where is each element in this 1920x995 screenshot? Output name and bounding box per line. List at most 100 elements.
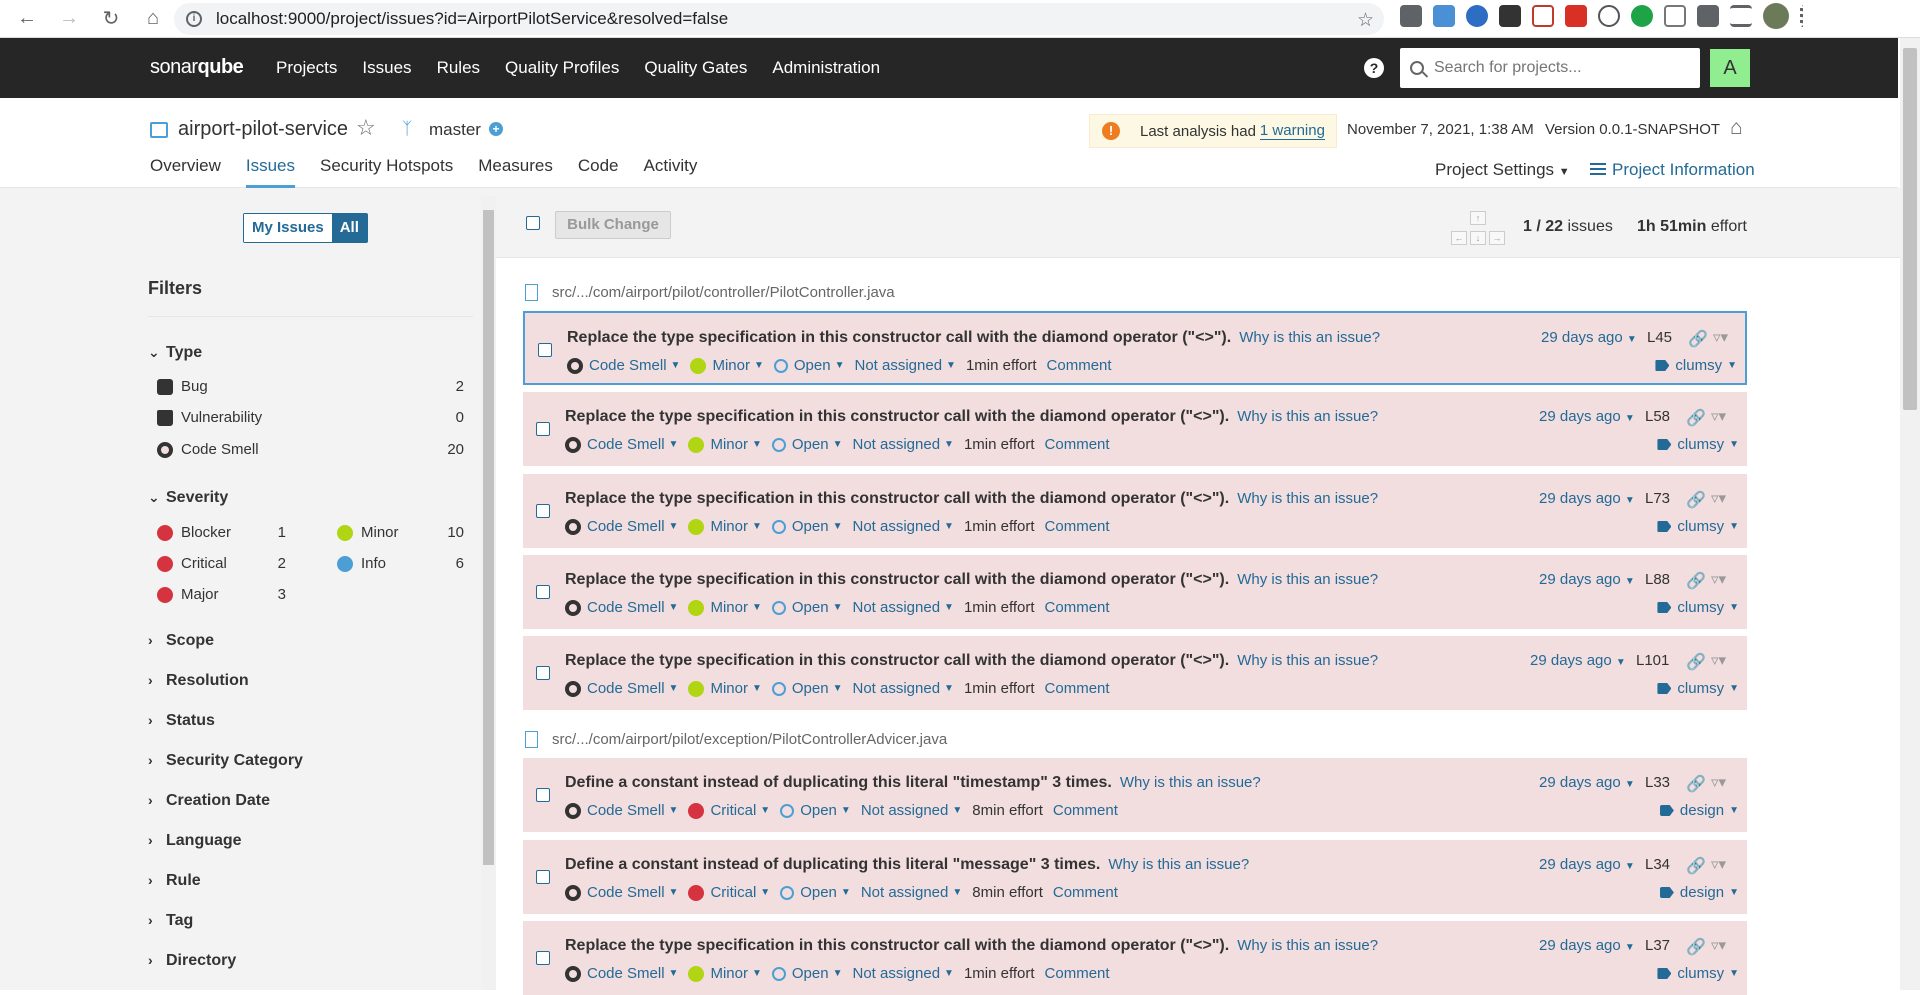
nav-projects[interactable]: Projects <box>276 38 337 98</box>
issue-line-number[interactable]: L101 <box>1636 652 1669 669</box>
why-is-this-an-issue-link[interactable]: Why is this an issue? <box>1237 937 1378 954</box>
comment-link[interactable]: Comment <box>1053 802 1118 819</box>
issue-message[interactable]: Replace the type specification in this c… <box>565 408 1378 426</box>
address-bar[interactable]: i localhost:9000/project/issues?id=Airpo… <box>174 3 1384 35</box>
project-settings-menu[interactable]: Project Settings ▼ <box>1435 160 1570 180</box>
issue-assignee-dropdown[interactable]: Not assigned ▼ <box>861 884 962 901</box>
facet-rule-header[interactable]: › Rule <box>148 872 201 890</box>
facet-status-header[interactable]: › Status <box>148 712 215 730</box>
select-all-checkbox[interactable] <box>526 216 540 230</box>
issue-message[interactable]: Define a constant instead of duplicating… <box>565 774 1261 792</box>
issue-row[interactable]: Define a constant instead of duplicating… <box>523 758 1747 832</box>
issue-age-dropdown[interactable]: 29 days ago ▼ <box>1539 571 1635 588</box>
page-scroll-thumb[interactable] <box>1903 48 1917 410</box>
issue-severity-dropdown[interactable]: Critical ▼ <box>688 884 770 901</box>
issue-age-dropdown[interactable]: 29 days ago ▼ <box>1539 856 1635 873</box>
filter-similar-icon[interactable]: ▿▾ <box>1711 936 1726 954</box>
my-issues-button[interactable]: My Issues <box>244 214 332 242</box>
issue-row[interactable]: Replace the type specification in this c… <box>523 921 1747 995</box>
issue-tags-dropdown[interactable]: clumsy ▼ <box>1655 357 1737 374</box>
issue-severity-dropdown[interactable]: Minor ▼ <box>688 599 762 616</box>
issue-row[interactable]: Replace the type specification in this c… <box>523 311 1747 385</box>
issue-message[interactable]: Replace the type specification in this c… <box>565 652 1378 670</box>
extension-icon[interactable] <box>1664 5 1686 27</box>
issue-status-dropdown[interactable]: Open ▼ <box>773 357 844 374</box>
issue-status-dropdown[interactable]: Open ▼ <box>780 802 851 819</box>
issue-checkbox[interactable] <box>536 585 550 599</box>
issue-assignee-dropdown[interactable]: Not assigned ▼ <box>852 965 953 982</box>
extension-icon[interactable] <box>1532 5 1554 27</box>
comment-link[interactable]: Comment <box>1045 518 1110 535</box>
comment-link[interactable]: Comment <box>1045 436 1110 453</box>
issue-type-dropdown[interactable]: Code Smell ▼ <box>565 802 678 819</box>
issue-checkbox[interactable] <box>536 666 550 680</box>
issue-line-number[interactable]: L34 <box>1645 856 1670 873</box>
search-input[interactable] <box>1434 59 1674 77</box>
bookmark-star-icon[interactable]: ☆ <box>1357 9 1374 32</box>
issue-age-dropdown[interactable]: 29 days ago ▼ <box>1539 408 1635 425</box>
tab-issues[interactable]: Issues <box>245 156 295 188</box>
filter-similar-icon[interactable]: ▿▾ <box>1713 328 1728 346</box>
facet-type-vulnerability[interactable]: Vulnerability <box>157 409 262 426</box>
permalink-icon[interactable]: 🔗 <box>1686 571 1706 591</box>
issue-checkbox[interactable] <box>536 504 550 518</box>
tab-activity[interactable]: Activity <box>644 156 698 188</box>
issue-age-dropdown[interactable]: 29 days ago ▼ <box>1530 652 1626 669</box>
issue-checkbox[interactable] <box>536 422 550 436</box>
issue-assignee-dropdown[interactable]: Not assigned ▼ <box>852 599 953 616</box>
issue-assignee-dropdown[interactable]: Not assigned ▼ <box>852 518 953 535</box>
filter-similar-icon[interactable]: ▿▾ <box>1711 407 1726 425</box>
permalink-icon[interactable]: 🔗 <box>1686 490 1706 510</box>
issue-type-dropdown[interactable]: Code Smell ▼ <box>567 357 680 374</box>
extension-icon[interactable] <box>1433 5 1455 27</box>
issue-line-number[interactable]: L45 <box>1647 329 1672 346</box>
reload-icon[interactable]: ↻ <box>96 4 126 34</box>
issue-assignee-dropdown[interactable]: Not assigned ▼ <box>852 436 953 453</box>
issue-tags-dropdown[interactable]: clumsy ▼ <box>1657 965 1739 982</box>
issue-checkbox[interactable] <box>536 951 550 965</box>
facet-severity-critical[interactable]: Critical <box>157 555 227 572</box>
issue-severity-dropdown[interactable]: Minor ▼ <box>690 357 764 374</box>
extension-icon[interactable] <box>1400 5 1422 27</box>
comment-link[interactable]: Comment <box>1045 599 1110 616</box>
issue-row[interactable]: Replace the type specification in this c… <box>523 474 1747 548</box>
nav-issues[interactable]: Issues <box>362 38 411 98</box>
sonarqube-logo[interactable]: sonarqube <box>150 56 244 79</box>
issue-severity-dropdown[interactable]: Minor ▼ <box>688 965 762 982</box>
issue-tags-dropdown[interactable]: clumsy ▼ <box>1657 518 1739 535</box>
issue-tags-dropdown[interactable]: design ▼ <box>1659 802 1739 819</box>
issue-status-dropdown[interactable]: Open ▼ <box>771 680 842 697</box>
issue-message[interactable]: Replace the type specification in this c… <box>567 329 1380 347</box>
comment-link[interactable]: Comment <box>1045 680 1110 697</box>
issue-row[interactable]: Replace the type specification in this c… <box>523 555 1747 629</box>
filter-similar-icon[interactable]: ▿▾ <box>1711 489 1726 507</box>
issue-row[interactable]: Replace the type specification in this c… <box>523 392 1747 466</box>
issue-checkbox[interactable] <box>536 870 550 884</box>
facet-language-header[interactable]: › Language <box>148 832 242 850</box>
permalink-icon[interactable]: 🔗 <box>1688 329 1708 349</box>
warning-link[interactable]: 1 warning <box>1259 122 1325 140</box>
filter-similar-icon[interactable]: ▿▾ <box>1711 773 1726 791</box>
issue-type-dropdown[interactable]: Code Smell ▼ <box>565 884 678 901</box>
permalink-icon[interactable]: 🔗 <box>1686 856 1706 876</box>
issue-assignee-dropdown[interactable]: Not assigned ▼ <box>861 802 962 819</box>
facet-tag-header[interactable]: › Tag <box>148 912 193 930</box>
user-avatar[interactable]: A <box>1710 49 1750 87</box>
browser-menu-icon[interactable] <box>1800 5 1806 27</box>
issue-type-dropdown[interactable]: Code Smell ▼ <box>565 436 678 453</box>
issue-message[interactable]: Replace the type specification in this c… <box>565 571 1378 589</box>
issue-severity-dropdown[interactable]: Minor ▼ <box>688 680 762 697</box>
permalink-icon[interactable]: 🔗 <box>1686 937 1706 957</box>
forward-arrow-icon[interactable]: → <box>54 4 84 34</box>
issue-line-number[interactable]: L33 <box>1645 774 1670 791</box>
issue-type-dropdown[interactable]: Code Smell ▼ <box>565 680 678 697</box>
filter-similar-icon[interactable]: ▿▾ <box>1711 570 1726 588</box>
extension-icon[interactable] <box>1598 5 1620 27</box>
why-is-this-an-issue-link[interactable]: Why is this an issue? <box>1237 571 1378 588</box>
branch-help-icon[interactable]: + <box>489 122 503 136</box>
facet-type-header[interactable]: ⌄ Type <box>148 344 202 362</box>
why-is-this-an-issue-link[interactable]: Why is this an issue? <box>1237 408 1378 425</box>
facet-type-bug[interactable]: Bug <box>157 378 208 395</box>
nav-administration[interactable]: Administration <box>772 38 880 98</box>
all-issues-button[interactable]: All <box>331 214 367 242</box>
